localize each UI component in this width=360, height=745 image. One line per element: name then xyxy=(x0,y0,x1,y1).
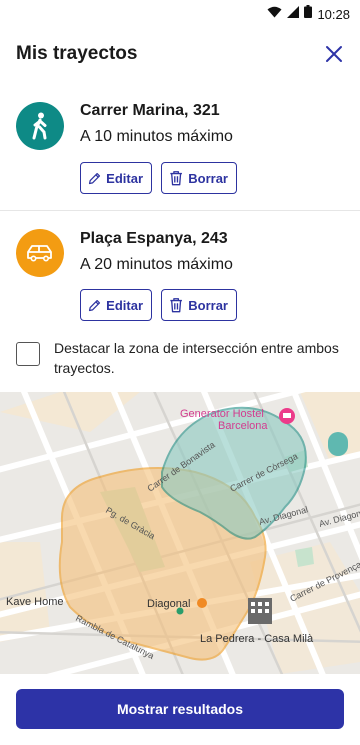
edit-button-label: Editar xyxy=(106,297,143,313)
pencil-icon xyxy=(88,299,101,311)
delete-button[interactable]: Borrar xyxy=(161,289,237,321)
walking-icon xyxy=(16,102,64,150)
trip-address: Plaça Espanya, 243 xyxy=(80,230,228,247)
intersection-option[interactable]: Destacar la zona de intersección entre a… xyxy=(16,338,346,378)
trip-time-limit: A 20 minutos máximo xyxy=(80,256,233,273)
status-bar: 10:28 xyxy=(0,0,360,26)
map-label-place: La Pedrera - Casa Milà xyxy=(200,633,314,645)
car-icon xyxy=(16,229,64,277)
battery-icon xyxy=(304,5,313,23)
building-icon[interactable] xyxy=(248,598,272,624)
pencil-icon xyxy=(88,172,101,184)
map-label-place: Diagonal xyxy=(147,598,190,610)
map-label-place: Kave Home xyxy=(6,596,63,608)
intersection-checkbox-label: Destacar la zona de intersección entre a… xyxy=(54,340,339,376)
metro-icon[interactable] xyxy=(197,598,207,608)
header: Mis trayectos xyxy=(0,26,360,82)
landmark-icon[interactable] xyxy=(328,432,348,456)
delete-button-label: Borrar xyxy=(188,297,228,313)
delete-button[interactable]: Borrar xyxy=(161,162,237,194)
close-button[interactable] xyxy=(322,42,346,66)
delete-button-label: Borrar xyxy=(188,170,228,186)
show-results-button[interactable]: Mostrar resultados xyxy=(16,689,344,729)
edit-button-label: Editar xyxy=(106,170,143,186)
status-time: 10:28 xyxy=(317,6,350,22)
trash-icon xyxy=(170,171,182,186)
signal-icon xyxy=(287,5,300,23)
trip-address: Carrer Marina, 321 xyxy=(80,102,220,119)
intersection-checkbox[interactable] xyxy=(16,342,40,366)
map[interactable]: Generator Hostel Barcelona Carrer de Còr… xyxy=(0,392,360,674)
page-title: Mis trayectos xyxy=(16,43,138,64)
trip-card-walking: Carrer Marina, 321 A 10 minutos máximo E… xyxy=(0,92,360,209)
trip-card-car: Plaça Espanya, 243 A 20 minutos máximo E… xyxy=(0,210,360,327)
close-icon xyxy=(326,46,342,62)
bottom-bar: Mostrar resultados xyxy=(0,674,360,745)
map-label-hotel: Barcelona xyxy=(218,420,268,432)
edit-button[interactable]: Editar xyxy=(80,162,152,194)
wifi-icon xyxy=(267,5,282,23)
edit-button[interactable]: Editar xyxy=(80,289,152,321)
trash-icon xyxy=(170,298,182,313)
map-label-hotel: Generator Hostel xyxy=(180,408,264,420)
trip-time-limit: A 10 minutos máximo xyxy=(80,128,233,145)
